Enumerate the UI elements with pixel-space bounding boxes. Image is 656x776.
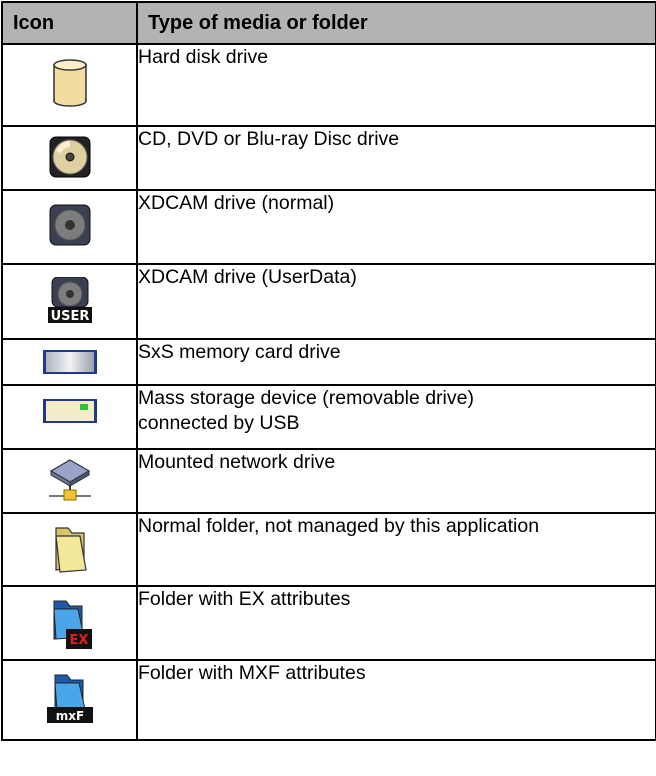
icon-cell [1, 384, 138, 450]
table-row: Hard disk drive [1, 43, 656, 127]
label-line-1: Mass storage device (removable drive) [138, 387, 474, 409]
table-row: SxS memory card drive [1, 338, 656, 386]
media-type-label: Hard disk drive [136, 43, 656, 127]
table-header-row: Icon Type of media or folder [1, 1, 656, 45]
icon-cell [1, 512, 138, 587]
media-type-label: CD, DVD or Blu-ray Disc drive [136, 125, 656, 191]
table-row: CD, DVD or Blu-ray Disc drive [1, 125, 656, 191]
media-type-label: XDCAM drive (normal) [136, 189, 656, 265]
label-line-2: connected by USB [138, 412, 300, 434]
table-row: Mounted network drive [1, 448, 656, 514]
icon-cell: EX [1, 585, 138, 661]
media-type-label: Normal folder, not managed by this appli… [136, 512, 656, 587]
table-row: Mass storage device (removable drive) con… [1, 384, 656, 450]
table-row: XDCAM drive (normal) [1, 189, 656, 265]
hard-disk-drive-icon [52, 59, 87, 107]
ex-folder-icon: EX [52, 600, 92, 649]
table-row: Normal folder, not managed by this appli… [1, 512, 656, 587]
icon-cell [1, 189, 138, 265]
type-column-header: Type of media or folder [136, 1, 656, 45]
media-type-label: Mass storage device (removable drive) con… [136, 384, 656, 450]
ex-badge-text: EX [69, 633, 88, 648]
xdcam-userdata-drive-icon: USER [47, 277, 92, 323]
table-row: USER XDCAM drive (UserData) [1, 263, 656, 340]
media-icon-table: Icon Type of media or folder Hard disk d… [1, 1, 656, 741]
optical-disc-drive-icon [49, 136, 90, 178]
icon-cell [1, 448, 138, 514]
usb-mass-storage-icon [42, 399, 97, 423]
media-type-label: XDCAM drive (UserData) [136, 263, 656, 340]
media-type-label: Mounted network drive [136, 448, 656, 514]
table-row: mxF Folder with MXF attributes [1, 659, 656, 741]
media-type-label: Folder with EX attributes [136, 585, 656, 661]
icon-cell [1, 43, 138, 127]
xdcam-drive-icon [49, 204, 90, 246]
media-type-label: Folder with MXF attributes [136, 659, 656, 741]
mxf-badge-text: mxF [55, 709, 83, 723]
sxs-memory-card-icon [42, 350, 97, 374]
icon-cell: mxF [1, 659, 138, 741]
mxf-folder-icon: mxF [46, 674, 93, 723]
table-row: EX Folder with EX attributes [1, 585, 656, 661]
media-type-label: SxS memory card drive [136, 338, 656, 386]
icon-column-header: Icon [1, 1, 138, 45]
icon-cell: USER [1, 263, 138, 340]
icon-cell [1, 338, 138, 386]
folder-icon [54, 527, 87, 573]
user-badge-text: USER [50, 309, 89, 323]
network-drive-icon [48, 459, 91, 501]
icon-cell [1, 125, 138, 191]
